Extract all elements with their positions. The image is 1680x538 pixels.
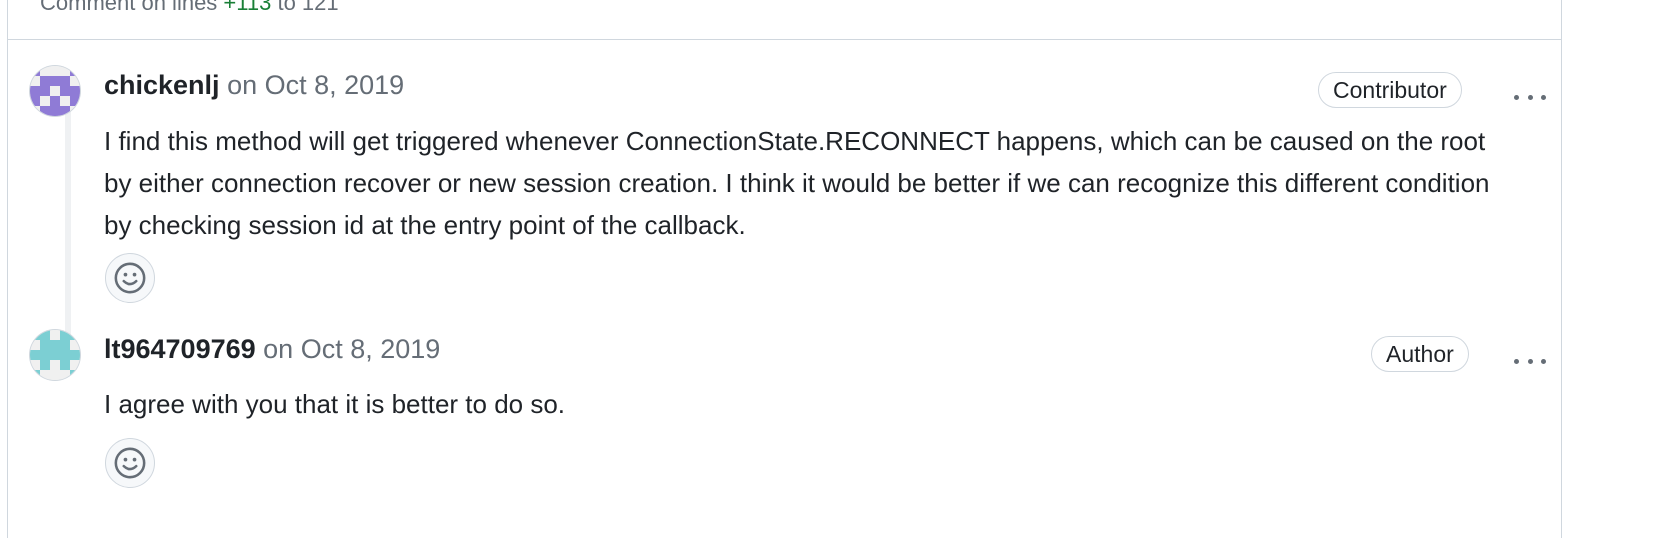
timeline-connector xyxy=(65,108,71,358)
author-badge: Author xyxy=(1371,336,1469,372)
comment-options-button[interactable] xyxy=(1510,346,1550,376)
add-reaction-button[interactable] xyxy=(105,438,155,488)
avatar[interactable] xyxy=(30,66,80,116)
smiley-icon xyxy=(114,262,146,294)
comment-timestamp-link[interactable]: on Oct 8, 2019 xyxy=(263,334,440,364)
comment-header: lt964709769 on Oct 8, 2019 xyxy=(104,334,440,365)
author-link[interactable]: chickenlj xyxy=(104,70,220,100)
identicon-icon xyxy=(30,330,80,380)
add-reaction-button[interactable] xyxy=(105,253,155,303)
avatar[interactable] xyxy=(30,330,80,380)
end-line-number: 121 xyxy=(301,0,339,15)
review-thread: Comment on lines +113 to 121 chickenlj o… xyxy=(7,0,1562,538)
thread-header: Comment on lines +113 to 121 xyxy=(8,0,1561,40)
kebab-horizontal-icon xyxy=(1514,94,1519,100)
kebab-horizontal-icon xyxy=(1514,358,1519,364)
smiley-icon xyxy=(114,447,146,479)
comment-header: chickenlj on Oct 8, 2019 xyxy=(104,70,404,101)
start-line-number: +113 xyxy=(223,0,272,15)
comment-body: I agree with you that it is better to do… xyxy=(104,389,566,419)
contributor-badge: Contributor xyxy=(1318,72,1462,108)
author-link[interactable]: lt964709769 xyxy=(104,334,256,364)
comment-body: I find this method will get triggered wh… xyxy=(104,126,1490,240)
comment-timestamp-link[interactable]: on Oct 8, 2019 xyxy=(227,70,404,100)
identicon-icon xyxy=(30,66,80,116)
comment-range-label: Comment on lines +113 to 121 xyxy=(40,0,339,16)
comment-options-button[interactable] xyxy=(1510,82,1550,112)
